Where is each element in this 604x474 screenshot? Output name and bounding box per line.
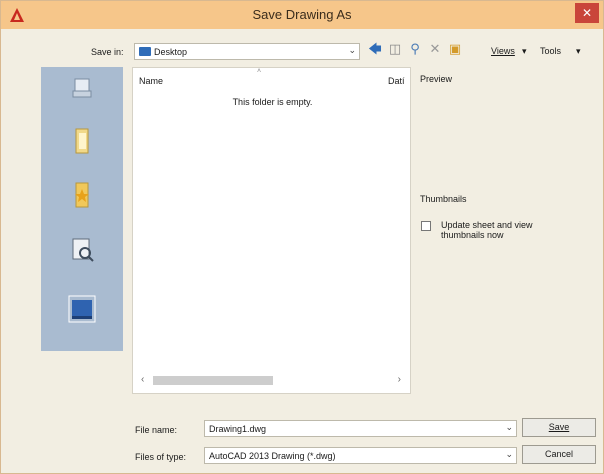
new-folder-icon: ▣ (448, 41, 462, 56)
file-type-value: AutoCAD 2013 Drawing (*.dwg) (209, 451, 336, 461)
places-item-documents[interactable] (41, 125, 123, 173)
column-header-name[interactable]: Name (139, 76, 163, 86)
file-name-input[interactable]: Drawing1.dwg ⌄ (204, 420, 517, 437)
preview-label: Preview (420, 74, 453, 84)
window-title: Save Drawing As (252, 7, 352, 22)
up-folder-icon: ◫ (388, 41, 402, 56)
places-item-favorites[interactable] (41, 179, 123, 227)
save-in-label: Save in: (91, 47, 124, 57)
horizontal-scrollbar[interactable]: ‹ › (139, 374, 405, 386)
save-button[interactable]: Save (522, 418, 596, 437)
up-one-level-button[interactable]: ◫ (387, 41, 403, 57)
search-web-button[interactable]: ⚲ (407, 41, 423, 57)
places-item-ftp[interactable] (41, 233, 123, 281)
sort-caret-icon: ˄ (257, 68, 262, 75)
back-arrow-icon: 🡄 (368, 41, 382, 56)
documents-folder-icon (75, 128, 89, 154)
thumbnails-label: Thumbnails (420, 194, 467, 204)
chevron-down-icon[interactable]: ⌄ (505, 422, 513, 433)
file-list[interactable]: ˄ Name Datí This folder is empty. ‹ › (132, 67, 411, 394)
chevron-down-icon[interactable]: ⌄ (505, 449, 513, 460)
file-type-label: Files of type: (135, 452, 187, 462)
close-icon: ✕ (581, 6, 593, 20)
save-in-value: Desktop (154, 47, 188, 57)
cancel-button[interactable]: Cancel (522, 445, 596, 464)
save-button-label: Save (548, 422, 570, 432)
scrollbar-thumb[interactable] (153, 376, 273, 385)
cancel-button-label: Cancel (544, 449, 573, 459)
favorites-folder-icon (75, 182, 89, 208)
back-button[interactable]: 🡄 (367, 41, 383, 57)
empty-folder-message: This folder is empty. (232, 97, 313, 107)
save-drawing-dialog: Save Drawing As ✕ Save in: Desktop ⌄ 🡄 ◫… (0, 0, 604, 474)
file-name-label: File name: (135, 425, 178, 435)
file-name-value: Drawing1.dwg (209, 424, 267, 434)
places-item-history[interactable] (41, 73, 123, 121)
save-in-dropdown[interactable]: Desktop ⌄ (134, 43, 360, 60)
places-bar (41, 67, 123, 351)
scroll-right-icon[interactable]: › (398, 374, 401, 385)
title-bar: Save Drawing As ✕ (1, 1, 603, 29)
tools-dropdown-icon[interactable]: ▾ (576, 46, 581, 57)
scroll-left-icon[interactable]: ‹ (141, 374, 144, 385)
search-icon: ⚲ (410, 41, 420, 56)
column-header-date[interactable]: Datí (388, 76, 405, 86)
tools-menu[interactable]: Tools (540, 46, 561, 56)
close-button[interactable]: ✕ (575, 3, 599, 23)
file-type-dropdown[interactable]: AutoCAD 2013 Drawing (*.dwg) ⌄ (204, 447, 517, 464)
update-thumbnails-checkbox[interactable] (421, 221, 431, 231)
history-icon (72, 78, 92, 98)
delete-button[interactable]: ✕ (427, 41, 443, 57)
views-menu[interactable]: Views (491, 46, 515, 56)
delete-icon: ✕ (429, 41, 441, 56)
ftp-search-icon (72, 238, 94, 262)
chevron-down-icon: ⌄ (348, 45, 356, 55)
update-thumbnails-label: Update sheet and view thumbnails now (441, 220, 533, 240)
views-dropdown-icon[interactable]: ▾ (522, 46, 527, 57)
create-folder-button[interactable]: ▣ (447, 41, 463, 57)
desktop-folder-icon (139, 47, 151, 56)
desktop-icon (68, 295, 96, 323)
places-item-desktop[interactable] (41, 293, 123, 341)
